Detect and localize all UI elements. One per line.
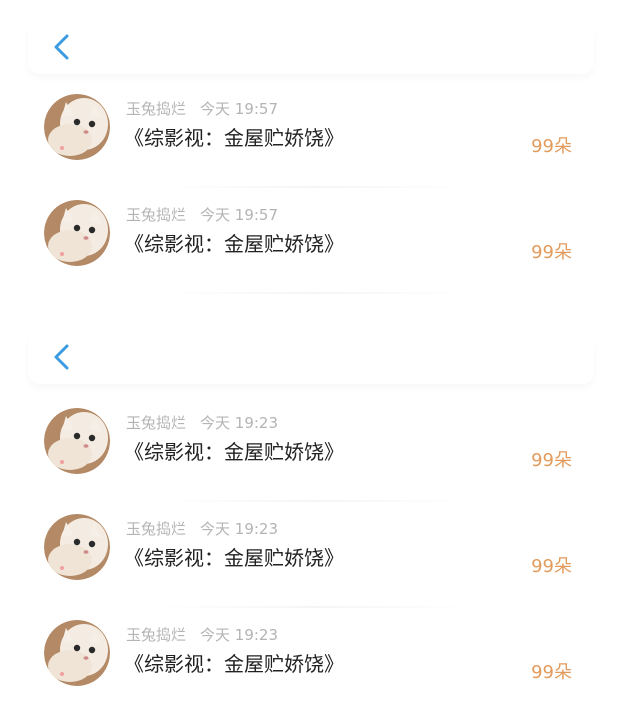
- book-title: 《综影视：金屋贮娇饶》: [124, 440, 344, 464]
- avatar[interactable]: [44, 408, 110, 474]
- chevron-left-icon: [54, 34, 69, 60]
- book-title: 《综影视：金屋贮娇饶》: [124, 232, 344, 256]
- flower-count: 99朵: [531, 242, 572, 263]
- avatar[interactable]: [44, 200, 110, 266]
- sender-name: 玉兔捣烂: [126, 206, 187, 224]
- back-button[interactable]: [46, 340, 80, 374]
- section-header-1: [28, 22, 594, 74]
- sender-meta: 玉兔捣烂 今天 19:23: [126, 412, 278, 433]
- timestamp: 今天 19:23: [200, 414, 279, 432]
- row-divider: [160, 292, 470, 294]
- row-divider: [160, 186, 470, 188]
- flower-count: 99朵: [531, 556, 572, 577]
- sender-meta: 玉兔捣烂 今天 19:57: [126, 98, 278, 119]
- back-button[interactable]: [46, 30, 80, 64]
- timestamp: 今天 19:57: [200, 100, 279, 118]
- timestamp: 今天 19:23: [200, 626, 279, 644]
- sender-name: 玉兔捣烂: [126, 414, 187, 432]
- sender-name: 玉兔捣烂: [126, 100, 187, 118]
- cat-avatar-icon: [44, 408, 110, 474]
- flower-count: 99朵: [531, 136, 572, 157]
- flower-count: 99朵: [531, 662, 572, 683]
- section-header-2: [28, 332, 594, 384]
- book-title: 《综影视：金屋贮娇饶》: [124, 652, 344, 676]
- cat-avatar-icon: [44, 620, 110, 686]
- sender-name: 玉兔捣烂: [126, 626, 187, 644]
- book-title: 《综影视：金屋贮娇饶》: [124, 126, 344, 150]
- list-item[interactable]: 玉兔捣烂 今天 19:57 《综影视：金屋贮娇饶》 99朵: [0, 200, 640, 304]
- sender-meta: 玉兔捣烂 今天 19:23: [126, 518, 278, 539]
- cat-avatar-icon: [44, 514, 110, 580]
- cat-avatar-icon: [44, 200, 110, 266]
- timestamp: 今天 19:57: [200, 206, 279, 224]
- row-divider: [160, 606, 470, 608]
- sender-name: 玉兔捣烂: [126, 520, 187, 538]
- row-divider: [160, 500, 470, 502]
- cat-avatar-icon: [44, 94, 110, 160]
- sender-meta: 玉兔捣烂 今天 19:23: [126, 624, 278, 645]
- list-item[interactable]: 玉兔捣烂 今天 19:23 《综影视：金屋贮娇饶》 99朵: [0, 408, 640, 512]
- avatar[interactable]: [44, 620, 110, 686]
- list-item[interactable]: 玉兔捣烂 今天 19:23 《综影视：金屋贮娇饶》 99朵: [0, 514, 640, 618]
- avatar[interactable]: [44, 94, 110, 160]
- list-item[interactable]: 玉兔捣烂 今天 19:23 《综影视：金屋贮娇饶》 99朵: [0, 620, 640, 724]
- avatar[interactable]: [44, 514, 110, 580]
- flower-count: 99朵: [531, 450, 572, 471]
- list-item[interactable]: 玉兔捣烂 今天 19:57 《综影视：金屋贮娇饶》 99朵: [0, 94, 640, 198]
- sender-meta: 玉兔捣烂 今天 19:57: [126, 204, 278, 225]
- book-title: 《综影视：金屋贮娇饶》: [124, 546, 344, 570]
- timestamp: 今天 19:23: [200, 520, 279, 538]
- chevron-left-icon: [54, 344, 69, 370]
